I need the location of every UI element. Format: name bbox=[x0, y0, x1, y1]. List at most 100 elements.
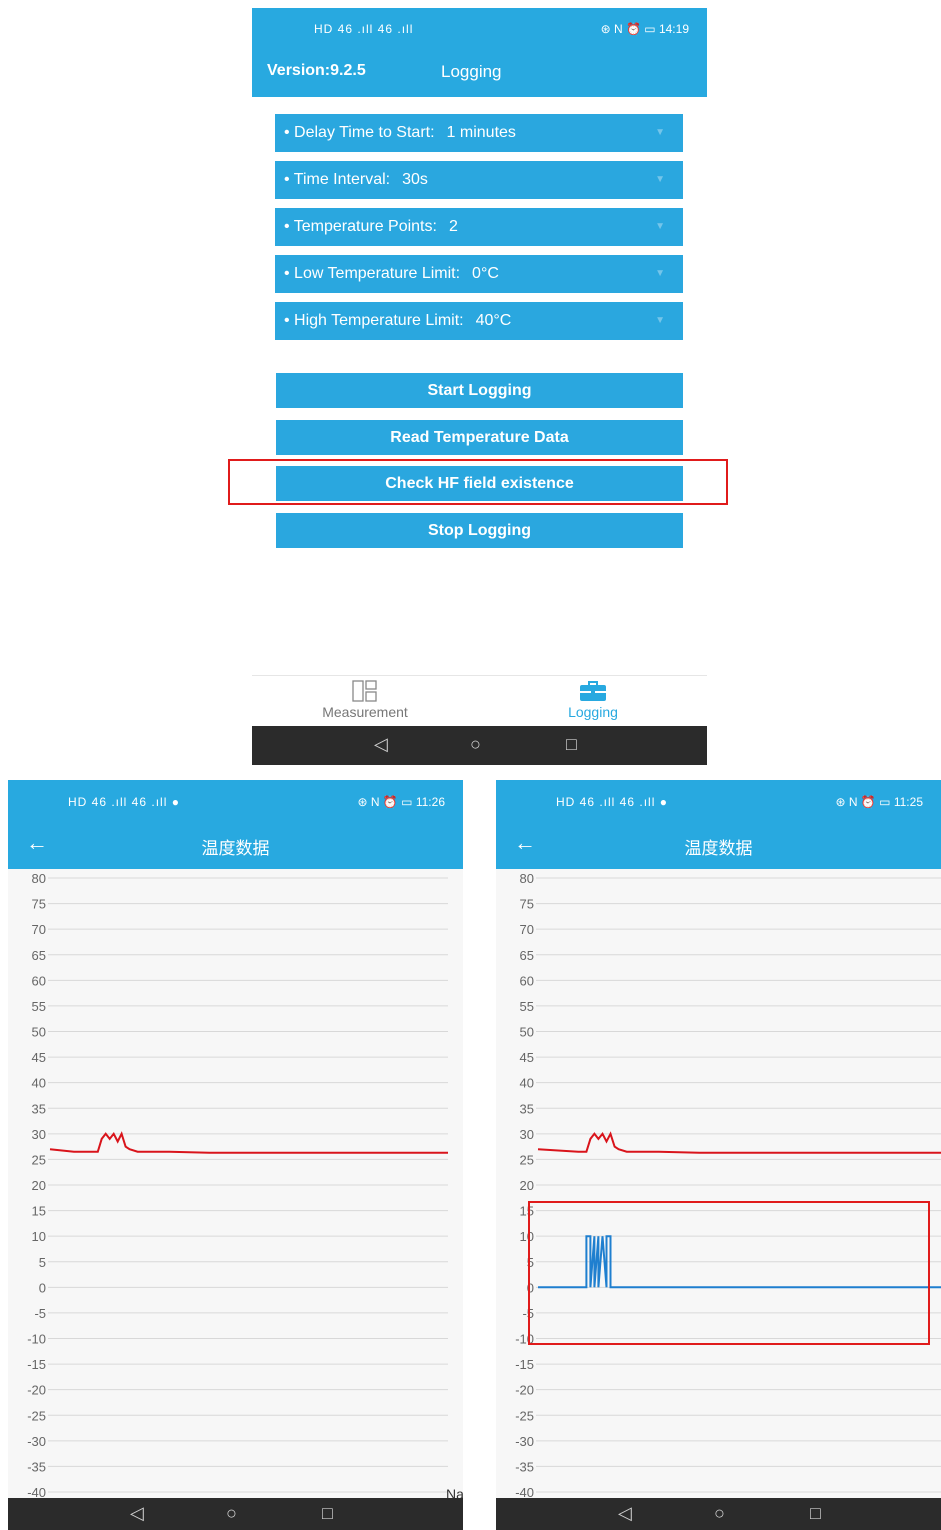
setting-time-interval[interactable]: Time Interval: 30s ▼ bbox=[275, 161, 683, 199]
system-navigation-bar: ◁ ○ □ bbox=[496, 1498, 941, 1530]
chevron-down-icon: ▼ bbox=[655, 268, 665, 279]
status-bar-right: ⊛ N ⏰ ▭ 11:26 bbox=[357, 795, 445, 809]
home-circle-icon[interactable]: ○ bbox=[714, 1503, 725, 1524]
chevron-down-icon: ▼ bbox=[655, 315, 665, 326]
y-tick-label: 10 bbox=[32, 1229, 46, 1244]
status-bar-left: HD 46 .ıll 46 .ıll ● bbox=[68, 795, 180, 809]
y-tick-label: 5 bbox=[39, 1255, 46, 1270]
y-tick-label: -30 bbox=[27, 1434, 46, 1449]
system-navigation-bar: ◁ ○ □ bbox=[252, 726, 707, 765]
setting-label: Temperature Points: bbox=[284, 218, 437, 235]
y-tick-label: 0 bbox=[39, 1280, 46, 1295]
setting-value: 0°C bbox=[472, 265, 499, 282]
y-tick-label: -25 bbox=[27, 1408, 46, 1423]
setting-high-temperature-limit[interactable]: High Temperature Limit: 40°C ▼ bbox=[275, 302, 683, 340]
y-tick-label: -15 bbox=[27, 1357, 46, 1372]
back-triangle-icon[interactable]: ◁ bbox=[130, 1503, 144, 1524]
nav-logging-label: Logging bbox=[568, 704, 618, 720]
y-tick-label: 60 bbox=[32, 973, 46, 988]
stop-logging-button[interactable]: Stop Logging bbox=[276, 513, 683, 548]
setting-low-temperature-limit[interactable]: Low Temperature Limit: 0°C ▼ bbox=[275, 255, 683, 293]
y-tick-label: -40 bbox=[515, 1485, 534, 1498]
setting-delay-time[interactable]: Delay Time to Start: 1 minutes ▼ bbox=[275, 114, 683, 152]
highlight-box-check-hf bbox=[228, 459, 728, 505]
nav-measurement[interactable]: Measurement bbox=[290, 680, 440, 720]
recents-square-icon[interactable]: □ bbox=[810, 1503, 821, 1524]
y-tick-label: 20 bbox=[520, 1178, 534, 1193]
setting-label: Delay Time to Start: bbox=[284, 124, 435, 141]
home-circle-icon[interactable]: ○ bbox=[226, 1503, 237, 1524]
page-title: Logging bbox=[441, 62, 502, 81]
series-line bbox=[537, 1131, 941, 1154]
y-tick-label: 50 bbox=[32, 1025, 46, 1040]
setting-value: 1 minutes bbox=[446, 124, 516, 141]
setting-temperature-points[interactable]: Temperature Points: 2 ▼ bbox=[275, 208, 683, 246]
back-triangle-icon[interactable]: ◁ bbox=[618, 1503, 632, 1524]
y-tick-label: -40 bbox=[27, 1485, 46, 1498]
y-tick-label: 25 bbox=[520, 1152, 534, 1167]
y-tick-label: 60 bbox=[520, 973, 534, 988]
read-temperature-data-button[interactable]: Read Temperature Data bbox=[276, 420, 683, 455]
temperature-data-screen-right: HD 46 .ıll 46 .ıll ● ⊛ N ⏰ ▭ 11:25 ← 温度数… bbox=[496, 780, 941, 1530]
y-tick-label: 75 bbox=[520, 897, 534, 912]
temperature-data-screen-left: HD 46 .ıll 46 .ıll ● ⊛ N ⏰ ▭ 11:26 ← 温度数… bbox=[8, 780, 463, 1530]
y-tick-label: -35 bbox=[515, 1459, 534, 1474]
page-title: 温度数据 bbox=[684, 839, 753, 858]
y-tick-label: 40 bbox=[32, 1076, 46, 1091]
home-circle-icon[interactable]: ○ bbox=[470, 734, 481, 755]
status-bar-left: HD 46 .ıll 46 .ıll bbox=[314, 22, 414, 36]
series-line bbox=[49, 1131, 448, 1154]
y-tick-label: 70 bbox=[32, 922, 46, 937]
y-tick-label: 70 bbox=[520, 922, 534, 937]
y-tick-label: -20 bbox=[515, 1383, 534, 1398]
y-tick-label: 20 bbox=[32, 1178, 46, 1193]
briefcase-icon bbox=[518, 680, 668, 702]
y-tick-label: 45 bbox=[32, 1050, 46, 1065]
chevron-down-icon: ▼ bbox=[655, 127, 665, 138]
version-label: Version:9.2.5 bbox=[267, 62, 366, 79]
y-tick-label: 15 bbox=[32, 1204, 46, 1219]
dashboard-icon bbox=[290, 680, 440, 702]
y-tick-label: -5 bbox=[34, 1306, 46, 1321]
nav-logging[interactable]: Logging bbox=[518, 680, 668, 720]
app-bar: ← 温度数据 bbox=[8, 820, 463, 869]
status-bar: HD 46 .ıll 46 .ıll ⊛ N ⏰ ▭ 14:19 bbox=[252, 8, 707, 48]
recents-square-icon[interactable]: □ bbox=[322, 1503, 333, 1524]
setting-label: High Temperature Limit: bbox=[284, 312, 464, 329]
app-bar: ← 温度数据 bbox=[496, 820, 941, 869]
bottom-navigation: Measurement Logging bbox=[252, 675, 707, 727]
status-bar: HD 46 .ıll 46 .ıll ● ⊛ N ⏰ ▭ 11:26 bbox=[8, 780, 463, 820]
highlight-box-hf-series bbox=[528, 1201, 930, 1345]
status-bar-right: ⊛ N ⏰ ▭ 11:25 bbox=[835, 795, 923, 809]
y-tick-label: -15 bbox=[515, 1357, 534, 1372]
recents-square-icon[interactable]: □ bbox=[566, 734, 577, 755]
temperature-chart: 80757065605550454035302520151050-5-10-15… bbox=[27, 871, 448, 1498]
y-tick-label: 30 bbox=[32, 1127, 46, 1142]
y-tick-label: 40 bbox=[520, 1076, 534, 1091]
page-title: 温度数据 bbox=[201, 839, 270, 858]
nav-measurement-label: Measurement bbox=[322, 704, 408, 720]
status-bar-right: ⊛ N ⏰ ▭ 14:19 bbox=[600, 22, 689, 36]
setting-value: 40°C bbox=[475, 312, 512, 329]
back-triangle-icon[interactable]: ◁ bbox=[374, 734, 388, 755]
setting-value: 2 bbox=[448, 218, 458, 235]
app-bar: Version:9.2.5 Logging bbox=[252, 48, 707, 97]
chevron-down-icon: ▼ bbox=[655, 174, 665, 185]
y-tick-label: 55 bbox=[32, 999, 46, 1014]
y-tick-label: 45 bbox=[520, 1050, 534, 1065]
system-navigation-bar: ◁ ○ □ bbox=[8, 1498, 463, 1530]
y-tick-label: 65 bbox=[32, 948, 46, 963]
y-tick-label: -10 bbox=[27, 1332, 46, 1347]
start-logging-button[interactable]: Start Logging bbox=[276, 373, 683, 408]
status-bar: HD 46 .ıll 46 .ıll ● ⊛ N ⏰ ▭ 11:25 bbox=[496, 780, 941, 820]
y-tick-label: -30 bbox=[515, 1434, 534, 1449]
y-tick-label: 30 bbox=[520, 1127, 534, 1142]
y-tick-label: 80 bbox=[520, 871, 534, 886]
y-tick-label: -25 bbox=[515, 1408, 534, 1423]
y-tick-label: 65 bbox=[520, 948, 534, 963]
setting-value: 30s bbox=[402, 171, 428, 188]
y-tick-label: -35 bbox=[27, 1459, 46, 1474]
y-tick-label: -20 bbox=[27, 1383, 46, 1398]
temperature-chart: 80757065605550454035302520151050-5-10-15… bbox=[515, 871, 941, 1498]
setting-label: Low Temperature Limit: bbox=[284, 265, 460, 282]
